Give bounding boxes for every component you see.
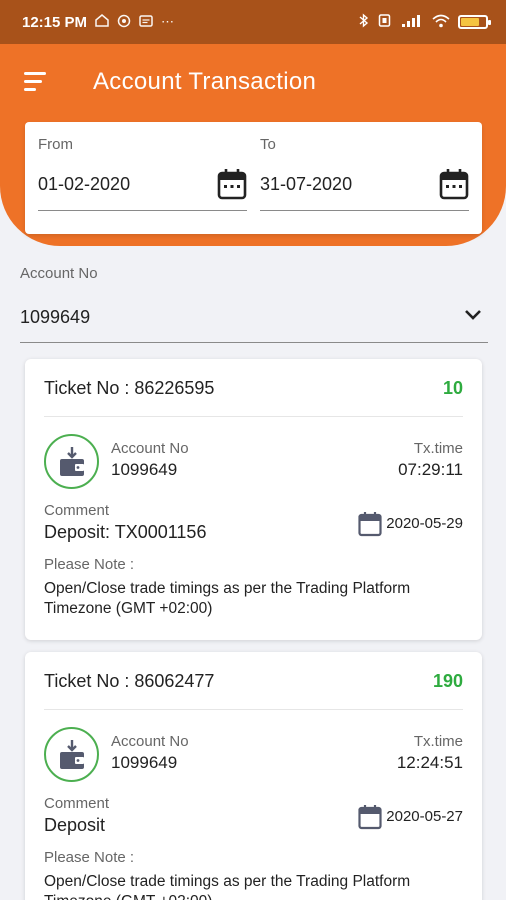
tx-time-label: Tx.time bbox=[413, 733, 463, 750]
message-icon bbox=[139, 14, 153, 30]
status-bar: 12:15 PM ⋯ bbox=[0, 0, 506, 44]
battery-icon bbox=[458, 15, 491, 29]
wallet-deposit-icon bbox=[44, 434, 99, 489]
account-no-select[interactable]: 1099649 bbox=[20, 296, 488, 344]
transaction-date: 2020-05-29 bbox=[386, 515, 463, 532]
transaction-date: 2020-05-27 bbox=[386, 808, 463, 825]
comment-label: Comment bbox=[44, 795, 110, 812]
bluetooth-icon bbox=[359, 13, 369, 31]
menu-icon[interactable] bbox=[24, 72, 50, 92]
to-date-underline bbox=[260, 210, 469, 211]
card-divider bbox=[44, 416, 463, 417]
account-no-underline bbox=[20, 342, 488, 343]
account-no-value: 1099649 bbox=[20, 307, 91, 327]
to-date-value[interactable]: 31-07-2020 bbox=[260, 174, 352, 195]
more-icon: ⋯ bbox=[161, 14, 175, 29]
from-date-label: From bbox=[38, 136, 73, 153]
account-no-label: Account No bbox=[111, 733, 189, 750]
account-no-value: 1099649 bbox=[111, 460, 178, 479]
note-text: Open/Close trade timings as per the Trad… bbox=[44, 873, 411, 900]
signal-icon bbox=[400, 14, 424, 31]
note-label: Please Note : bbox=[44, 849, 135, 866]
date-filter-card: From 01-02-2020 To 31-07-2020 bbox=[25, 122, 482, 234]
transaction-amount: 190 bbox=[432, 671, 463, 691]
chevron-down-icon[interactable] bbox=[464, 308, 482, 320]
ticket-number: Ticket No : 86226595 bbox=[44, 378, 215, 398]
tx-time-label: Tx.time bbox=[413, 440, 463, 457]
comment-value: Deposit: TX0001156 bbox=[44, 522, 207, 542]
calendar-icon[interactable] bbox=[439, 168, 469, 200]
wallet-deposit-icon bbox=[44, 727, 99, 782]
transaction-card[interactable]: Ticket No : 86062477 190 Account No 1099… bbox=[25, 652, 482, 900]
transaction-card[interactable]: Ticket No : 86226595 10 Account No 10996… bbox=[25, 359, 482, 640]
transaction-card-header: Ticket No : 86062477 190 bbox=[25, 652, 482, 710]
vibrate-icon bbox=[377, 14, 392, 30]
status-bar-left: 12:15 PM ⋯ bbox=[22, 14, 174, 31]
whatsapp-icon bbox=[117, 14, 131, 31]
comment-value: Deposit bbox=[44, 815, 106, 835]
note-text: Open/Close trade timings as per the Trad… bbox=[44, 580, 411, 617]
calendar-icon[interactable] bbox=[217, 168, 247, 200]
wifi-icon bbox=[432, 14, 450, 31]
from-date-underline bbox=[38, 210, 247, 211]
status-time: 12:15 PM bbox=[22, 13, 88, 31]
transaction-amount: 10 bbox=[442, 378, 463, 398]
account-no-label: Account No bbox=[111, 440, 189, 457]
page-title: Account Transaction bbox=[93, 68, 317, 95]
ticket-number: Ticket No : 86062477 bbox=[44, 671, 215, 691]
note-label: Please Note : bbox=[44, 556, 135, 573]
tx-time-value: 07:29:11 bbox=[398, 460, 463, 479]
account-no-label: Account No bbox=[20, 265, 98, 282]
tx-time-value: 12:24:51 bbox=[396, 753, 463, 772]
status-bar-right bbox=[359, 13, 491, 31]
card-divider bbox=[44, 709, 463, 710]
transaction-card-header: Ticket No : 86226595 10 bbox=[25, 359, 482, 417]
calendar-icon bbox=[358, 511, 382, 537]
to-date-label: To bbox=[260, 136, 276, 153]
account-no-value: 1099649 bbox=[111, 753, 178, 772]
home-icon bbox=[95, 14, 109, 30]
comment-label: Comment bbox=[44, 502, 110, 519]
calendar-icon bbox=[358, 804, 382, 830]
from-date-value[interactable]: 01-02-2020 bbox=[38, 174, 130, 195]
